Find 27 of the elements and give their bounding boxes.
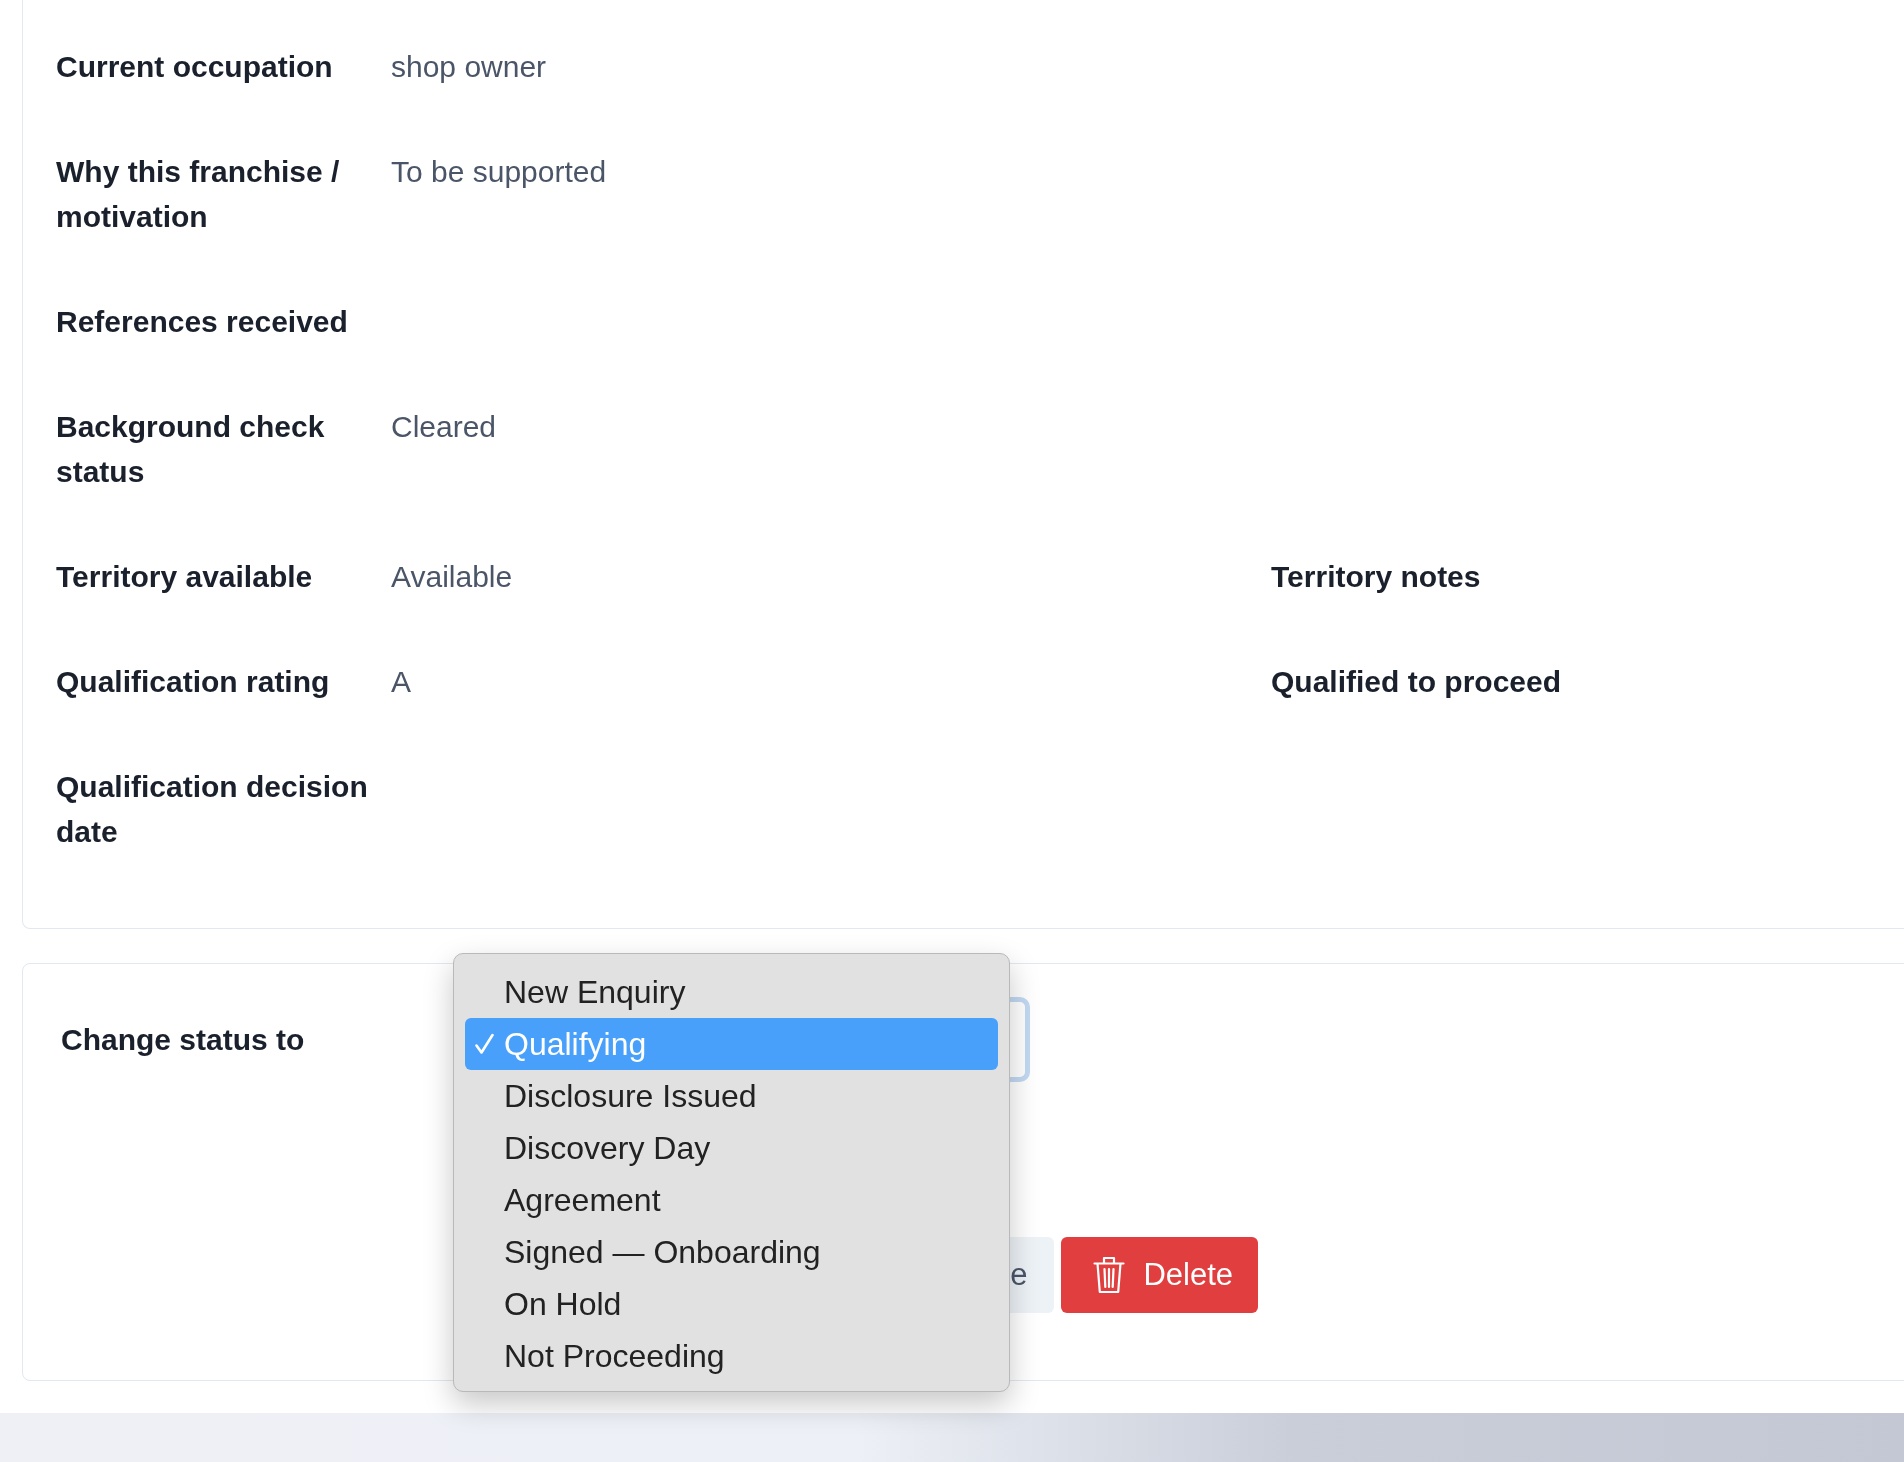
secondary-button[interactable]: e: [1007, 1237, 1055, 1313]
field-value: A: [391, 664, 411, 700]
field-label: Qualified to proceed: [1271, 664, 1563, 700]
menu-item[interactable]: Signed — Onboarding: [465, 1226, 998, 1278]
field-value: To be supported: [391, 154, 607, 190]
field-label: References received: [56, 304, 349, 340]
field-label: Qualification rating: [56, 664, 331, 700]
field-label: Territory notes: [1271, 559, 1482, 595]
select-field[interactable]: [1008, 997, 1030, 1082]
field-label: Change status to: [61, 1022, 305, 1058]
menu-item[interactable]: Disclosure Issued: [465, 1070, 998, 1122]
field-label: Current occupation: [56, 49, 334, 85]
menu-item[interactable]: Not Proceeding: [465, 1330, 998, 1382]
field-label: Territory available: [56, 559, 314, 595]
trash-icon: [1093, 1256, 1126, 1294]
delete-button[interactable]: Delete: [1061, 1237, 1258, 1313]
field-label: Background check status: [56, 409, 326, 490]
check-icon: [475, 1033, 494, 1055]
menu-item[interactable]: New Enquiry: [465, 966, 998, 1018]
field-label: Qualification decision date: [56, 769, 369, 850]
menu-item[interactable]: Discovery Day: [465, 1122, 998, 1174]
field-value: Cleared: [391, 409, 497, 445]
menu-item[interactable]: On Hold: [465, 1278, 998, 1330]
field-label: Why this franchise / motivation: [56, 154, 341, 235]
menu-item[interactable]: Agreement: [465, 1174, 998, 1226]
field-value: shop owner: [391, 49, 547, 85]
field-value: Available: [391, 559, 513, 595]
